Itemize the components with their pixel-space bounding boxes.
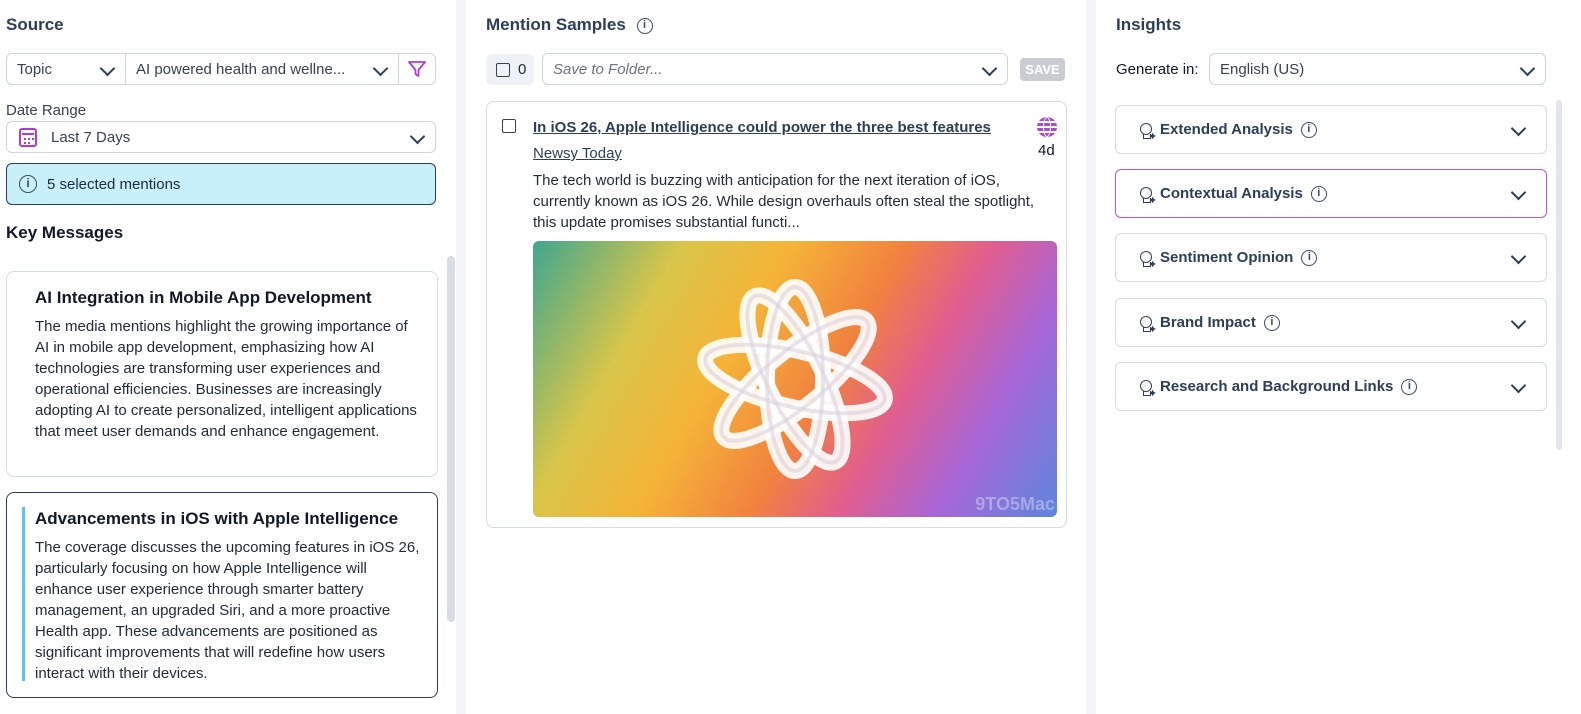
- filter-icon: [408, 61, 426, 77]
- insight-label: Extended Analysis: [1160, 121, 1293, 138]
- sparkle-bulb-icon: ✦: [1132, 313, 1157, 336]
- chevron-down-icon: [981, 60, 998, 77]
- info-icon[interactable]: i: [1401, 378, 1418, 395]
- mention-samples-title: Mention Samples: [486, 15, 626, 34]
- scrollbar[interactable]: [1556, 100, 1562, 450]
- key-message-card[interactable]: AI Integration in Mobile App Development…: [6, 271, 438, 477]
- selected-count: 0: [518, 61, 527, 78]
- language-select[interactable]: English (US): [1209, 53, 1546, 85]
- mention-samples-panel: Mention Samples i 0 Save to Folder... SA…: [466, 0, 1086, 714]
- scrollbar[interactable]: [447, 256, 455, 622]
- insight-contextual-analysis[interactable]: ✦ Contextual Analysis i: [1115, 169, 1547, 218]
- sparkle-bulb-icon: ✦: [1132, 120, 1157, 143]
- insight-sentiment-opinion[interactable]: ✦ Sentiment Opinion i: [1115, 233, 1547, 282]
- sparkle-bulb-icon: ✦: [1132, 184, 1157, 207]
- source-title: Source: [6, 15, 64, 34]
- date-range-select[interactable]: Last 7 Days: [6, 121, 436, 153]
- language-value: English (US): [1220, 60, 1305, 78]
- globe-icon: [1037, 117, 1057, 137]
- chevron-down-icon: [372, 60, 389, 77]
- insight-label: Sentiment Opinion: [1160, 249, 1294, 266]
- mention-image[interactable]: 9TO5Mac: [533, 241, 1057, 517]
- info-icon[interactable]: i: [1301, 249, 1318, 266]
- save-to-folder-select[interactable]: Save to Folder...: [542, 53, 1008, 85]
- key-message-body: The media mentions highlight the growing…: [35, 318, 417, 440]
- source-panel: Source Topic AI powered health and welln…: [0, 0, 456, 714]
- key-messages-title: Key Messages: [6, 223, 124, 242]
- insight-research-links[interactable]: ✦ Research and Background Links i: [1115, 362, 1547, 411]
- info-icon[interactable]: i: [1310, 185, 1327, 202]
- key-message-card-selected[interactable]: Advancements in iOS with Apple Intellige…: [6, 492, 438, 698]
- chevron-down-icon: [1510, 313, 1527, 330]
- mention-card: In iOS 26, Apple Intelligence could powe…: [486, 101, 1067, 528]
- generate-in-label: Generate in:: [1116, 61, 1199, 78]
- insight-brand-impact[interactable]: ✦ Brand Impact i: [1115, 298, 1547, 347]
- info-icon[interactable]: i: [636, 17, 653, 34]
- insight-extended-analysis[interactable]: ✦ Extended Analysis i: [1115, 105, 1547, 154]
- chevron-down-icon: [1510, 377, 1527, 394]
- mention-age: 4d: [1038, 142, 1055, 159]
- image-watermark: 9TO5Mac: [975, 494, 1055, 514]
- date-range-label: Date Range: [6, 102, 87, 119]
- key-message-title: AI Integration in Mobile App Development: [35, 288, 372, 307]
- mention-source-link[interactable]: Newsy Today: [533, 145, 622, 162]
- mention-snippet: The tech world is buzzing with anticipat…: [533, 172, 1035, 231]
- key-message-title: Advancements in iOS with Apple Intellige…: [35, 509, 399, 528]
- mention-title-link[interactable]: In iOS 26, Apple Intelligence could powe…: [533, 119, 991, 136]
- insight-label: Research and Background Links: [1160, 378, 1394, 395]
- folder-placeholder: Save to Folder...: [553, 60, 663, 78]
- subject-select[interactable]: AI powered health and wellne...: [125, 53, 399, 85]
- chevron-down-icon: [99, 60, 116, 77]
- insight-label: Brand Impact: [1160, 314, 1256, 331]
- info-icon[interactable]: i: [1300, 121, 1317, 138]
- sparkle-bulb-icon: ✦: [1132, 377, 1157, 400]
- insights-title: Insights: [1116, 15, 1182, 34]
- info-icon: i: [19, 175, 37, 193]
- mention-samples-header: Mention Samples i: [486, 15, 653, 35]
- select-all-checkbox[interactable]: [496, 62, 510, 77]
- chevron-down-icon: [1510, 120, 1527, 137]
- insight-label: Contextual Analysis: [1160, 185, 1303, 202]
- select-all-control[interactable]: 0: [486, 54, 534, 85]
- apple-intelligence-logo-icon: [697, 279, 893, 479]
- chevron-down-icon: [1519, 60, 1536, 77]
- sparkle-bulb-icon: ✦: [1132, 248, 1157, 271]
- chevron-down-icon: [409, 128, 426, 145]
- topic-select-value: Topic: [17, 60, 53, 78]
- selected-mentions-text: 5 selected mentions: [47, 175, 181, 193]
- calendar-icon: [19, 128, 37, 147]
- chevron-down-icon: [1510, 184, 1527, 201]
- subject-select-value: AI powered health and wellne...: [136, 60, 346, 78]
- info-icon[interactable]: i: [1263, 314, 1280, 331]
- topic-select[interactable]: Topic: [6, 53, 126, 85]
- save-button[interactable]: SAVE: [1020, 58, 1065, 81]
- filter-button[interactable]: [398, 53, 436, 85]
- date-range-value: Last 7 Days: [51, 128, 131, 146]
- chevron-down-icon: [1510, 248, 1527, 265]
- mention-checkbox[interactable]: [502, 119, 516, 133]
- key-message-body: The coverage discusses the upcoming feat…: [35, 539, 420, 682]
- insights-panel: Insights Generate in: English (US) ✦ Ext…: [1096, 0, 1581, 714]
- selected-mentions-banner: i 5 selected mentions: [6, 163, 436, 205]
- selected-indicator: [22, 507, 25, 681]
